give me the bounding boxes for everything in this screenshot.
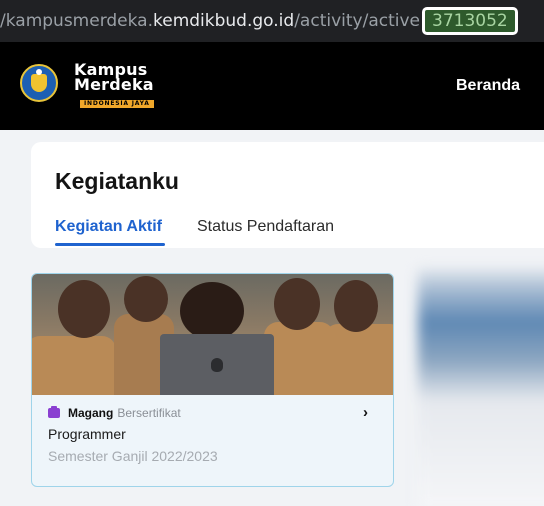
- url-activity-id-highlight: 3713052: [422, 7, 518, 35]
- tut-wuri-handayani-logo[interactable]: [20, 64, 58, 102]
- url-prefix: /kampusmerdeka.: [0, 11, 153, 31]
- site-header: Kampus Merdeka INDONESIA JAYA Beranda: [0, 42, 544, 130]
- photo-laptop: [160, 334, 274, 395]
- url-path: /activity/active: [294, 11, 420, 31]
- chevron-right-icon[interactable]: ›: [363, 404, 368, 421]
- program-type: Magang: [68, 406, 114, 420]
- logo-tagline: INDONESIA JAYA: [80, 100, 154, 108]
- browser-url-bar[interactable]: /kampusmerdeka. kemdikbud.go.id/activity/…: [0, 0, 544, 42]
- activity-semester: Semester Ganjil 2022/2023: [48, 448, 218, 464]
- photo-figure: [124, 276, 168, 322]
- photo-figure: [334, 280, 378, 332]
- tab-status-pendaftaran[interactable]: Status Pendaftaran: [197, 218, 334, 236]
- photo-figure: [274, 278, 320, 330]
- page-title: Kegiatanku: [55, 168, 179, 194]
- laptop-logo: [211, 358, 223, 372]
- logo-line-merdeka: Merdeka: [74, 75, 154, 94]
- photo-figure: [324, 324, 393, 395]
- program-subtype: Bersertifikat: [117, 406, 181, 420]
- nav-beranda-link[interactable]: Beranda: [456, 77, 520, 95]
- activity-card[interactable]: Magang Bersertifikat Programmer Semester…: [31, 273, 394, 487]
- photo-figure: [32, 336, 116, 395]
- active-tab-indicator: [55, 243, 165, 246]
- page-title-card: Kegiatanku Kegiatan Aktif Status Pendaft…: [31, 142, 544, 248]
- activity-cover-image: [32, 274, 393, 395]
- activity-role: Programmer: [48, 426, 126, 442]
- photo-figure: [58, 280, 110, 338]
- kampus-merdeka-logo[interactable]: Kampus Merdeka INDONESIA JAYA: [74, 62, 154, 108]
- photo-figure: [180, 282, 244, 340]
- emblem-shield: [31, 74, 47, 92]
- activity-card-body: Magang Bersertifikat Programmer Semester…: [48, 406, 378, 464]
- tab-kegiatan-aktif[interactable]: Kegiatan Aktif: [55, 218, 162, 236]
- activity-card-blurred[interactable]: [418, 269, 544, 506]
- emblem-star: [36, 69, 42, 75]
- program-badge: Magang Bersertifikat: [48, 406, 378, 420]
- briefcase-icon: [48, 406, 60, 418]
- url-domain: kemdikbud.go.id: [153, 11, 295, 31]
